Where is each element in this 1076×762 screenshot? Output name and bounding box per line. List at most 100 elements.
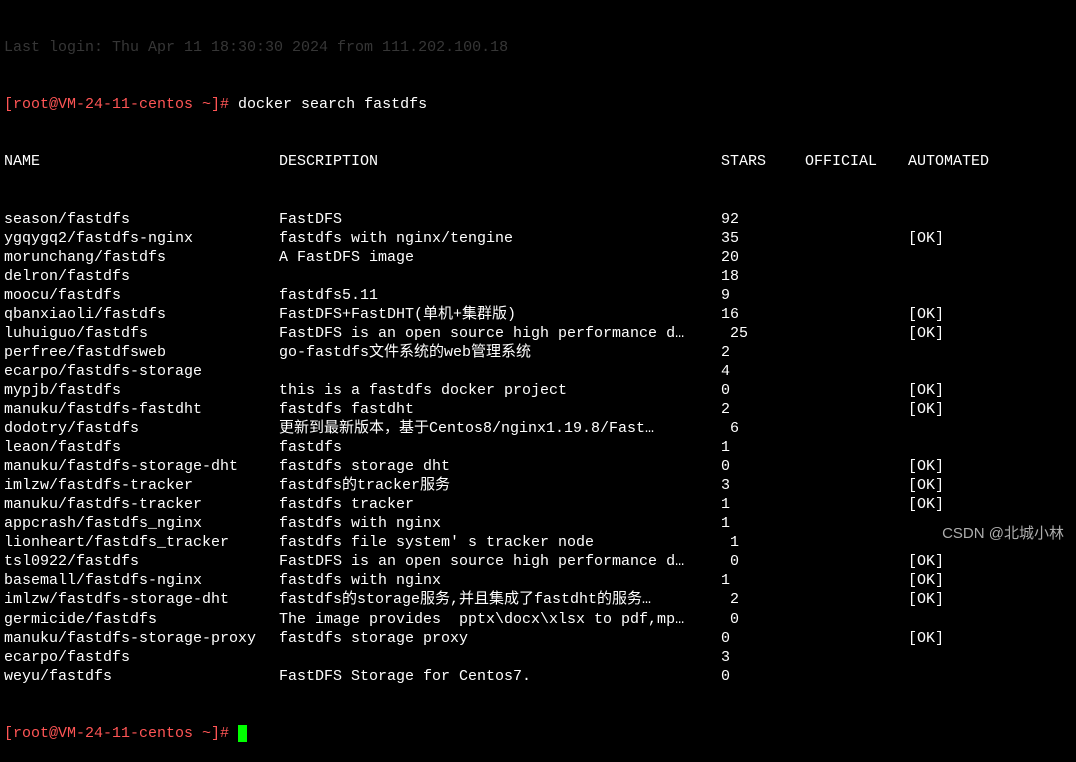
cell-automated xyxy=(908,648,1008,667)
table-row: lionheart/fastdfs_trackerfastdfs file sy… xyxy=(4,533,1072,552)
cell-name: tsl0922/fastdfs xyxy=(4,552,279,571)
table-row: dodotry/fastdfs更新到最新版本，基于Centos8/nginx1.… xyxy=(4,419,1072,438)
cell-name: moocu/fastdfs xyxy=(4,286,279,305)
cell-name: lionheart/fastdfs_tracker xyxy=(4,533,279,552)
cell-description: go-fastdfs文件系统的web管理系统 xyxy=(279,343,721,362)
cell-automated xyxy=(908,362,1008,381)
cell-automated: [OK] xyxy=(908,229,1008,248)
cell-official xyxy=(805,533,908,552)
cell-name: qbanxiaoli/fastdfs xyxy=(4,305,279,324)
cell-name: imlzw/fastdfs-storage-dht xyxy=(4,590,279,609)
cell-stars: 3 xyxy=(721,476,805,495)
cell-stars: 2 xyxy=(721,400,805,419)
cell-name: manuku/fastdfs-fastdht xyxy=(4,400,279,419)
table-row: delron/fastdfs18 xyxy=(4,267,1072,286)
table-body: season/fastdfsFastDFS92ygqygq2/fastdfs-n… xyxy=(4,210,1072,686)
cell-description: The image provides pptx\docx\xlsx to pdf… xyxy=(279,610,721,629)
cell-official xyxy=(805,210,908,229)
cell-official xyxy=(805,610,908,629)
prompt: [root@VM-24-11-centos ~]# xyxy=(4,725,238,742)
cell-description: fastdfs with nginx xyxy=(279,571,721,590)
table-row: luhuiguo/fastdfsFastDFS is an open sourc… xyxy=(4,324,1072,343)
table-row: morunchang/fastdfsA FastDFS image20 xyxy=(4,248,1072,267)
cell-automated xyxy=(908,343,1008,362)
cell-automated xyxy=(908,286,1008,305)
command-line: [root@VM-24-11-centos ~]# docker search … xyxy=(4,95,1072,114)
cell-name: germicide/fastdfs xyxy=(4,610,279,629)
cell-automated: [OK] xyxy=(908,590,1008,609)
cell-description: FastDFS+FastDHT(单机+集群版) xyxy=(279,305,721,324)
cell-name: manuku/fastdfs-storage-dht xyxy=(4,457,279,476)
cell-name: season/fastdfs xyxy=(4,210,279,229)
cell-name: weyu/fastdfs xyxy=(4,667,279,686)
table-row: germicide/fastdfsThe image provides pptx… xyxy=(4,610,1072,629)
cursor xyxy=(238,725,247,742)
cell-official xyxy=(805,381,908,400)
cell-name: dodotry/fastdfs xyxy=(4,419,279,438)
cell-stars: 92 xyxy=(721,210,805,229)
cell-stars: 2 xyxy=(721,343,805,362)
cell-name: mypjb/fastdfs xyxy=(4,381,279,400)
header-official: OFFICIAL xyxy=(805,152,908,171)
header-description: DESCRIPTION xyxy=(279,152,721,171)
cell-name: ecarpo/fastdfs xyxy=(4,648,279,667)
cell-description: fastdfs file system' s tracker node xyxy=(279,533,721,552)
cell-name: manuku/fastdfs-tracker xyxy=(4,495,279,514)
cell-name: delron/fastdfs xyxy=(4,267,279,286)
table-row: weyu/fastdfsFastDFS Storage for Centos7.… xyxy=(4,667,1072,686)
cell-stars: 1 xyxy=(721,571,805,590)
cell-stars: 0 xyxy=(721,552,805,571)
cell-official xyxy=(805,514,908,533)
cell-stars: 6 xyxy=(721,419,805,438)
cell-automated xyxy=(908,248,1008,267)
cell-description: FastDFS xyxy=(279,210,721,229)
cell-official xyxy=(805,629,908,648)
cell-stars: 25 xyxy=(721,324,805,343)
table-row: perfree/fastdfswebgo-fastdfs文件系统的web管理系统… xyxy=(4,343,1072,362)
table-row: leaon/fastdfsfastdfs1 xyxy=(4,438,1072,457)
cell-name: perfree/fastdfsweb xyxy=(4,343,279,362)
cell-official xyxy=(805,590,908,609)
cell-automated xyxy=(908,610,1008,629)
cell-stars: 9 xyxy=(721,286,805,305)
cell-stars: 35 xyxy=(721,229,805,248)
cell-official xyxy=(805,267,908,286)
terminal-output[interactable]: Last login: Thu Apr 11 18:30:30 2024 fro… xyxy=(0,0,1076,762)
cell-official xyxy=(805,362,908,381)
cell-name: imlzw/fastdfs-tracker xyxy=(4,476,279,495)
cell-official xyxy=(805,571,908,590)
cell-description: fastdfs storage dht xyxy=(279,457,721,476)
table-row: tsl0922/fastdfsFastDFS is an open source… xyxy=(4,552,1072,571)
cell-official xyxy=(805,648,908,667)
header-name: NAME xyxy=(4,152,279,171)
cell-stars: 0 xyxy=(721,381,805,400)
cell-automated: [OK] xyxy=(908,324,1008,343)
cell-description xyxy=(279,362,721,381)
table-row: ecarpo/fastdfs-storage4 xyxy=(4,362,1072,381)
table-row: imlzw/fastdfs-trackerfastdfs的tracker服务3[… xyxy=(4,476,1072,495)
cell-name: luhuiguo/fastdfs xyxy=(4,324,279,343)
cell-stars: 0 xyxy=(721,629,805,648)
cell-automated: [OK] xyxy=(908,305,1008,324)
cell-stars: 0 xyxy=(721,610,805,629)
cell-stars: 20 xyxy=(721,248,805,267)
cell-official xyxy=(805,229,908,248)
table-row: qbanxiaoli/fastdfsFastDFS+FastDHT(单机+集群版… xyxy=(4,305,1072,324)
cell-stars: 0 xyxy=(721,457,805,476)
cell-automated: [OK] xyxy=(908,571,1008,590)
cell-automated: [OK] xyxy=(908,457,1008,476)
prompt: [root@VM-24-11-centos ~]# xyxy=(4,96,238,113)
table-row: imlzw/fastdfs-storage-dhtfastdfs的storage… xyxy=(4,590,1072,609)
prompt-line: [root@VM-24-11-centos ~]# xyxy=(4,724,1072,743)
cell-description: this is a fastdfs docker project xyxy=(279,381,721,400)
cell-name: ygqygq2/fastdfs-nginx xyxy=(4,229,279,248)
table-header: NAME DESCRIPTION STARS OFFICIAL AUTOMATE… xyxy=(4,152,1072,171)
cell-description xyxy=(279,267,721,286)
cell-description: FastDFS is an open source high performan… xyxy=(279,552,721,571)
table-row: moocu/fastdfsfastdfs5.119 xyxy=(4,286,1072,305)
cell-official xyxy=(805,495,908,514)
cell-stars: 3 xyxy=(721,648,805,667)
cell-stars: 1 xyxy=(721,533,805,552)
cell-description: fastdfs with nginx xyxy=(279,514,721,533)
cell-automated xyxy=(908,419,1008,438)
